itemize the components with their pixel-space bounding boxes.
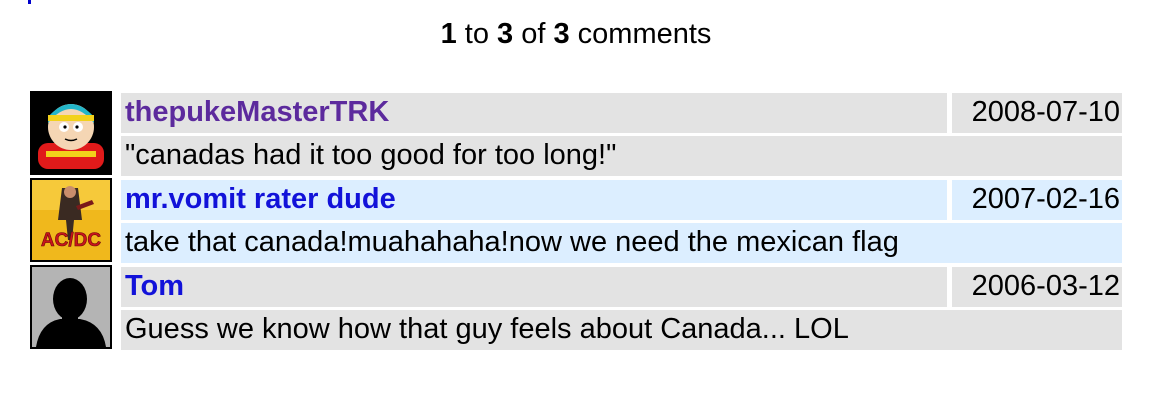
avatar[interactable]: AC/DC [30,178,112,262]
comments-pager: 1 to 3 of 3 comments [0,16,1152,52]
comment-header: Tom 2006-03-12 [121,267,1122,307]
comment-date: 2007-02-16 [952,180,1122,220]
pager-start: 1 [440,18,457,50]
comment-text: "canadas had it too good for too long!" [121,136,1122,176]
comment-date: 2006-03-12 [952,267,1122,307]
pager-suffix: comments [577,18,712,50]
comment-list: thepukeMasterTRK 2008-07-10 "canadas had… [30,91,1122,352]
comment-author-link[interactable]: mr.vomit rater dude [121,180,947,220]
pager-to: to [464,18,489,50]
pager-total: 3 [553,18,570,50]
pager-of: of [521,18,546,50]
silhouette-avatar-icon [32,267,110,347]
comment-item: thepukeMasterTRK 2008-07-10 "canadas had… [30,91,1122,177]
avatar[interactable] [30,265,112,349]
comment-header: thepukeMasterTRK 2008-07-10 [121,93,1122,133]
comment-author-link[interactable]: thepukeMasterTRK [121,93,947,133]
cartman-avatar-icon [32,93,110,173]
acdc-avatar-icon: AC/DC [32,180,110,260]
comment-date: 2008-07-10 [952,93,1122,133]
comment-header: mr.vomit rater dude 2007-02-16 [121,180,1122,220]
comment-item: AC/DC mr.vomit rater dude 2007-02-16 tak… [30,178,1122,264]
comment-text: Guess we know how that guy feels about C… [121,310,1122,350]
corner-link-fragment [28,0,31,4]
pager-end: 3 [497,18,514,50]
avatar[interactable] [30,91,112,175]
comment-text: take that canada!muahahaha!now we need t… [121,223,1122,263]
acdc-logo-text: AC/DC [41,230,101,251]
comment-item: Tom 2006-03-12 Guess we know how that gu… [30,265,1122,351]
comment-author-link[interactable]: Tom [121,267,947,307]
